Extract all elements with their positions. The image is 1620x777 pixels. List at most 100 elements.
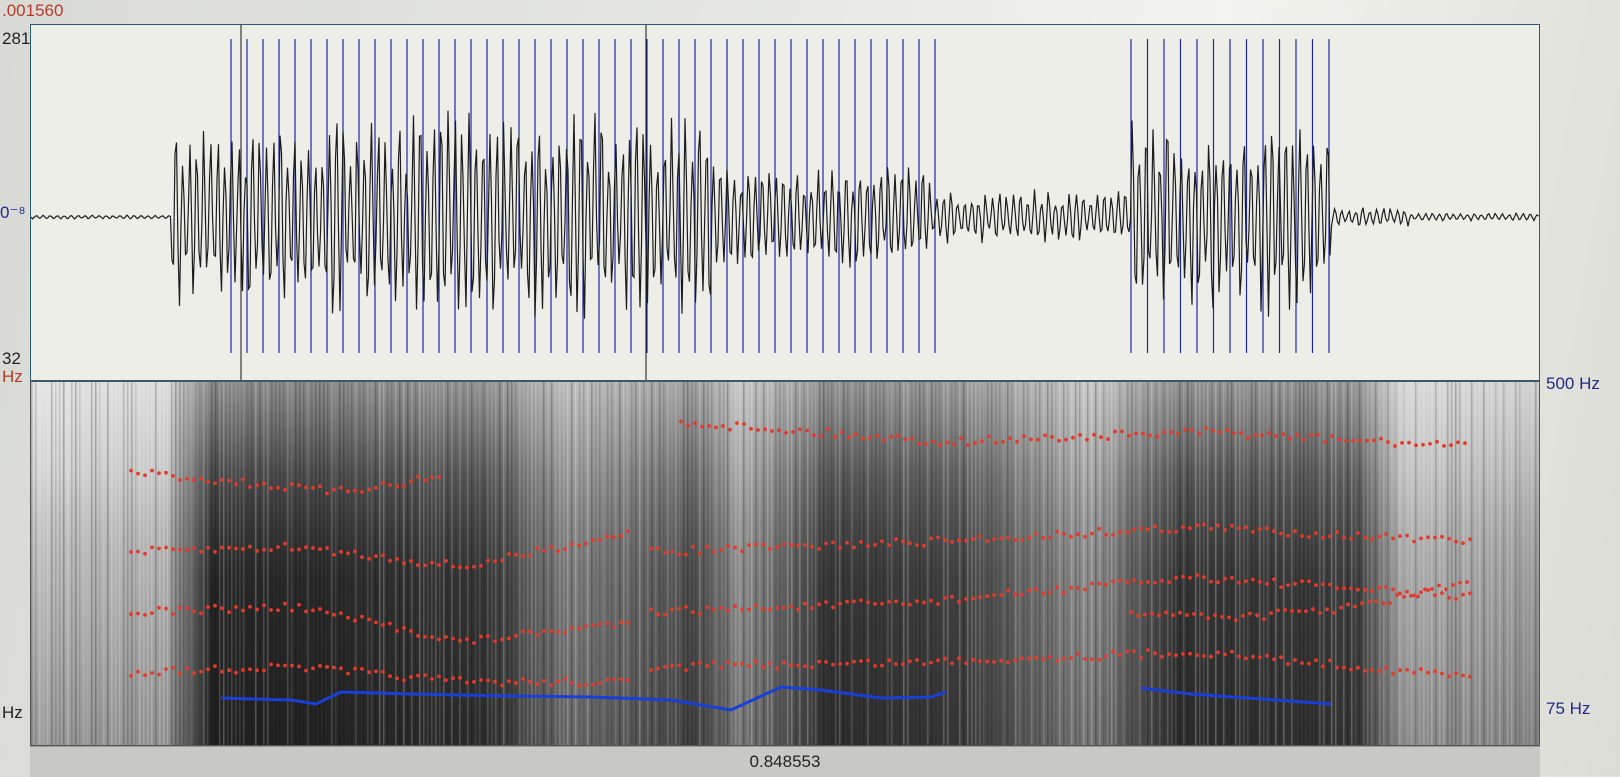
formant-dot	[852, 659, 856, 664]
formant-dot	[1447, 536, 1451, 541]
formant-dot	[311, 486, 315, 490]
formant-dot	[1281, 432, 1285, 437]
formant-dot	[826, 427, 830, 432]
formant-dot	[269, 548, 273, 553]
formant-dot	[1377, 669, 1381, 673]
formant-dot	[693, 421, 697, 426]
formant-dot	[1367, 599, 1371, 604]
formant-dot	[563, 630, 567, 635]
formant-dot	[1195, 573, 1199, 577]
formant-dot	[810, 606, 814, 610]
formant-dot	[796, 543, 800, 548]
formant-dot	[1351, 438, 1355, 443]
formant-dot	[164, 667, 168, 672]
formant-dot	[894, 537, 898, 542]
formant-dot	[929, 660, 933, 665]
freq-max-right-label: 500 Hz	[1546, 374, 1600, 393]
formant-dot	[784, 430, 788, 435]
formant-dot	[374, 669, 378, 674]
formant-dot	[1297, 609, 1301, 613]
formant-dot	[852, 599, 856, 604]
formant-dot	[1034, 587, 1038, 592]
formant-dot	[171, 665, 175, 670]
formant-dot	[1372, 438, 1376, 443]
formant-dot	[924, 441, 928, 446]
formant-dot	[549, 683, 553, 687]
formant-dot	[740, 607, 744, 612]
formant-dot	[318, 607, 322, 611]
formant-dot	[1139, 526, 1143, 531]
formant-dot	[1335, 665, 1339, 670]
formant-dot	[283, 487, 287, 492]
formant-dot	[1155, 434, 1159, 439]
formant-dot	[248, 604, 252, 609]
time-bar[interactable]: 0.848553	[30, 746, 1540, 777]
formant-dot	[451, 676, 455, 681]
formant-dot	[1118, 578, 1122, 583]
waveform-plot[interactable]	[31, 25, 1539, 380]
formant-dot	[735, 421, 739, 425]
formant-dot	[1174, 653, 1178, 658]
formant-dot	[1426, 535, 1430, 540]
formant-dot	[430, 677, 434, 681]
formant-dot	[1386, 440, 1390, 444]
formant-dot	[859, 659, 863, 663]
formant-dot	[1244, 656, 1248, 661]
formant-dot	[1309, 433, 1313, 437]
spectrogram-panel[interactable]	[30, 381, 1540, 746]
formant-dot	[733, 604, 737, 608]
formant-dot	[1384, 532, 1388, 536]
formant-dot	[1020, 592, 1024, 597]
formant-dot	[297, 664, 301, 669]
formant-dot	[605, 677, 609, 682]
formant-dot	[677, 606, 681, 611]
formant-dot	[833, 435, 837, 439]
formant-dot	[1129, 610, 1133, 615]
formant-dot	[1316, 432, 1320, 437]
formant-dot	[1055, 659, 1059, 663]
formant-dot	[1083, 587, 1087, 592]
formant-dot	[1342, 665, 1346, 670]
formant-dot	[269, 608, 273, 612]
formant-dot	[978, 659, 982, 664]
formant-dot	[458, 638, 462, 643]
formant-dot	[1048, 655, 1052, 659]
formant-dot	[297, 547, 301, 552]
formant-dot	[978, 595, 982, 600]
formant-dot	[598, 538, 602, 542]
formant-dot	[1216, 580, 1220, 585]
formant-dot	[1335, 530, 1339, 534]
formant-dot	[1232, 431, 1236, 436]
formant-dot	[521, 554, 525, 558]
formant-dot	[677, 552, 681, 557]
formant-dot	[679, 419, 683, 424]
formant-dot	[691, 610, 695, 615]
waveform-panel[interactable]	[30, 24, 1540, 381]
formant-dot	[1202, 575, 1206, 580]
formant-dot	[388, 621, 392, 626]
formant-dot	[796, 663, 800, 668]
formant-dot	[178, 547, 182, 552]
formant-dot	[798, 427, 802, 432]
formant-dot	[1325, 607, 1329, 612]
formant-dot	[1223, 576, 1227, 581]
formant-dot	[1433, 593, 1437, 598]
formant-dot	[1153, 580, 1157, 585]
formant-dot	[1318, 611, 1322, 615]
formant-dot	[227, 545, 231, 550]
formant-dot	[712, 550, 716, 554]
formant-dot	[479, 634, 483, 639]
formant-dot	[1013, 592, 1017, 597]
formant-dot	[838, 661, 842, 666]
formant-dot	[1407, 440, 1411, 445]
formant-dot	[1041, 535, 1045, 540]
formant-dot	[1258, 527, 1262, 531]
formant-dot	[577, 683, 581, 688]
formant-dot	[1104, 582, 1108, 587]
formant-dot	[1253, 433, 1257, 438]
formant-dot	[845, 661, 849, 666]
spectrogram-plot[interactable]	[31, 382, 1539, 745]
formant-dot	[1153, 651, 1157, 656]
formant-dot	[1288, 437, 1292, 441]
formant-dot	[1071, 435, 1075, 440]
